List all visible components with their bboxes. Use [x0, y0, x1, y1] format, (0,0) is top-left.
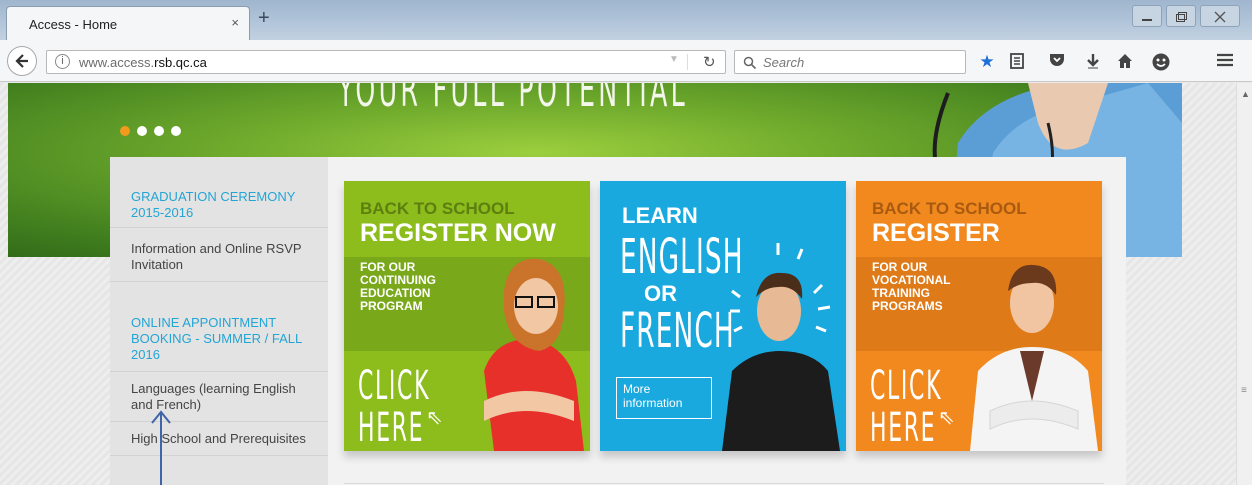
bookmarks-menu-icon[interactable] [1006, 52, 1028, 72]
bookmark-star-icon[interactable]: ★ [976, 52, 998, 72]
browser-navbar: i www.access.rsb.qc.ca ▼ ↻ Search ★ [0, 40, 1252, 82]
home-icon[interactable] [1114, 52, 1136, 72]
page-scrollbar[interactable]: ▲ ≡ [1236, 83, 1252, 485]
browser-tab[interactable]: Access - Home × [6, 6, 250, 40]
carousel-dots [120, 123, 188, 141]
more-information-button[interactable]: More information [616, 377, 712, 419]
continuing-education-banner[interactable]: BACK TO SCHOOL REGISTER NOW FOR OUR CONT… [344, 181, 590, 451]
menu-hamburger-icon[interactable] [1214, 52, 1236, 72]
sidebar-heading-graduation[interactable]: GRADUATION CEREMONY 2015-2016 [131, 189, 316, 221]
restore-icon [1176, 12, 1187, 22]
cta-line-1: CLICK [358, 363, 431, 409]
sidebar-heading-appointment[interactable]: ONLINE APPOINTMENT BOOKING - SUMMER / FA… [131, 315, 316, 363]
page-viewport: YOUR FULL POTENTIAL GRADUATION CEREMONY … [0, 83, 1236, 485]
content-panel: GRADUATION CEREMONY 2015-2016 Informatio… [110, 157, 1126, 485]
sidebar-link-high-school[interactable]: High School and Prerequisites [131, 431, 316, 447]
browser-titlebar: Access - Home × + [0, 0, 1252, 40]
banner-title: REGISTER NOW [360, 219, 556, 247]
restore-button[interactable] [1166, 5, 1196, 27]
minimize-button[interactable] [1132, 5, 1162, 27]
scroll-up-icon[interactable]: ▲ [1241, 89, 1250, 99]
cursor-arrow-icon: ⇖ [938, 407, 955, 429]
hello-smiley-icon[interactable] [1150, 52, 1172, 72]
url-dropdown-icon[interactable]: ▼ [669, 54, 679, 65]
back-arrow-icon [15, 54, 28, 68]
carousel-dot-2[interactable] [137, 126, 147, 136]
url-text[interactable]: www.access.rsb.qc.ca [79, 55, 207, 70]
minimize-icon [1142, 19, 1152, 21]
carousel-dot-4[interactable] [171, 126, 181, 136]
banner-band-text: FOR OUR CONTINUING EDUCATION PROGRAM [360, 260, 436, 313]
url-bar[interactable]: i www.access.rsb.qc.ca ▼ ↻ [46, 50, 726, 74]
student-man-image [722, 243, 840, 451]
carousel-dot-1[interactable] [120, 126, 130, 136]
cta-line-2: HERE [870, 405, 937, 451]
banner-kicker: BACK TO SCHOOL [360, 199, 515, 218]
sidebar-divider [110, 227, 328, 228]
pocket-icon[interactable] [1046, 52, 1068, 72]
sidebar: GRADUATION CEREMONY 2015-2016 Informatio… [110, 157, 328, 485]
new-tab-button[interactable]: + [258, 8, 270, 28]
click-here-text: CLICK HERE [358, 365, 430, 449]
search-icon [743, 56, 757, 70]
search-placeholder: Search [763, 55, 805, 70]
close-tab-icon[interactable]: × [231, 15, 239, 30]
back-button[interactable] [7, 46, 37, 76]
student-woman-image [484, 258, 584, 451]
search-bar[interactable]: Search [734, 50, 966, 74]
languages-banner[interactable]: LEARN ENGLISH OR FRENCH More information [600, 181, 846, 451]
carousel-dot-3[interactable] [154, 126, 164, 136]
sidebar-divider [110, 371, 328, 372]
download-icon[interactable] [1082, 52, 1104, 72]
sidebar-divider [110, 455, 328, 456]
banner-kicker: BACK TO SCHOOL [872, 199, 1027, 218]
sidebar-link-rsvp[interactable]: Information and Online RSVP Invitation [131, 241, 316, 273]
cta-line-1: CLICK [870, 363, 943, 409]
reload-icon[interactable]: ↻ [703, 53, 716, 71]
sidebar-divider [110, 281, 328, 282]
sidebar-divider [110, 421, 328, 422]
student-labcoat-image [970, 264, 1098, 451]
info-icon[interactable]: i [55, 54, 70, 69]
close-window-button[interactable] [1200, 5, 1240, 27]
cta-line-2: HERE [358, 405, 425, 451]
sidebar-link-languages[interactable]: Languages (learning English and French) [131, 381, 316, 413]
banner-learn: LEARN [622, 203, 698, 228]
hero-headline: YOUR FULL POTENTIAL [338, 83, 688, 117]
scroll-grip-icon[interactable]: ≡ [1241, 385, 1247, 396]
cursor-arrow-icon: ⇖ [426, 407, 443, 429]
annotation-arrow-head-icon [151, 410, 171, 424]
close-icon [1214, 11, 1226, 23]
url-separator [687, 54, 688, 70]
click-here-text: CLICK HERE [870, 365, 942, 449]
content-divider [344, 483, 1104, 484]
tab-title: Access - Home [29, 17, 118, 32]
vocational-training-banner[interactable]: BACK TO SCHOOL REGISTER FOR OUR VOCATION… [856, 181, 1102, 451]
banner-title: REGISTER [872, 219, 1000, 247]
